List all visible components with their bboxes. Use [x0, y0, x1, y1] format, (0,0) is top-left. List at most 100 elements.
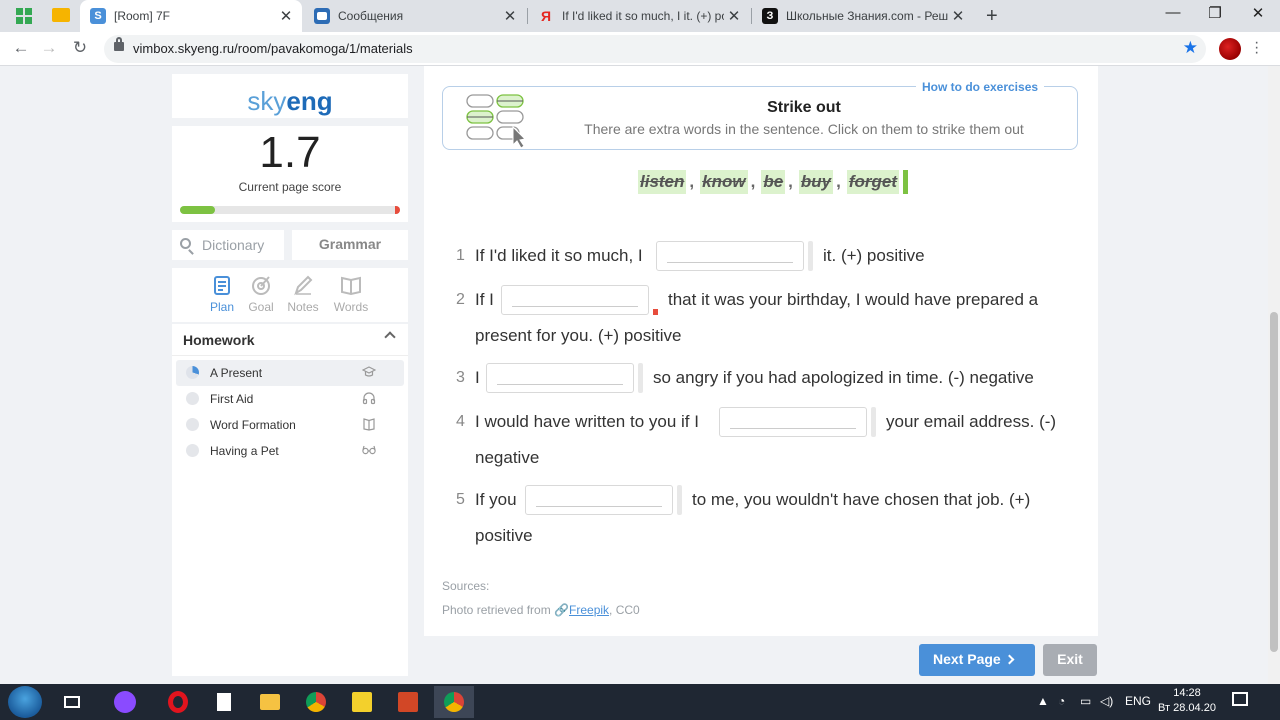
nav-notes[interactable]: Notes: [281, 274, 325, 314]
player-icon[interactable]: [342, 686, 382, 718]
credit-prefix: Photo retrieved from: [442, 603, 555, 617]
browser-menu-icon[interactable]: · · ·: [1254, 35, 1259, 61]
clock-date: Вт 28.04.20: [1158, 702, 1216, 714]
gap-error-marker: [653, 285, 658, 315]
nav-plan[interactable]: Plan: [200, 274, 244, 314]
next-page-label: Next Page: [933, 651, 1001, 667]
word-separator: ,: [788, 172, 793, 191]
minimize-icon[interactable]: —: [1158, 4, 1188, 21]
homework-item-having-a-pet[interactable]: Having a Pet: [176, 438, 404, 464]
item-number: 2: [456, 291, 465, 308]
item-number: 1: [456, 247, 465, 264]
homework-item-label: Having a Pet: [210, 444, 279, 458]
forward-icon[interactable]: →: [38, 38, 60, 58]
nav-goal[interactable]: Goal: [239, 274, 283, 314]
profile-avatar[interactable]: [1219, 38, 1241, 60]
maximize-icon[interactable]: ❐: [1200, 4, 1230, 22]
scrollbar-thumb[interactable]: [1270, 312, 1278, 652]
how-to-do-exercises-link[interactable]: How to do exercises: [916, 80, 1045, 94]
words-icon: [341, 276, 361, 296]
link-icon: 🔗: [554, 603, 570, 617]
nav-words[interactable]: Words: [329, 274, 373, 314]
item-text-continued: present for you. (+) positive: [475, 326, 682, 345]
apps-icon[interactable]: [16, 8, 32, 24]
exercise-instruction: There are extra words in the sentence. C…: [584, 121, 1024, 137]
search-icon: [180, 238, 191, 249]
word-separator: ,: [689, 172, 695, 191]
struck-word[interactable]: forget: [846, 170, 900, 194]
item-text-continued: positive: [475, 526, 533, 545]
language-indicator[interactable]: ENG: [1125, 694, 1151, 708]
wifi-icon[interactable]: ◔: [1058, 694, 1065, 708]
windows-taskbar: ▲ ◔ ▭ ◁) ENG 14:28 Вт 28.04.20: [0, 684, 1280, 720]
tray-expand-icon[interactable]: ▲: [1037, 694, 1049, 708]
browser-tab-strip: S [Room] 7F ✕ Сообщения ✕ Я If I'd liked…: [0, 0, 1280, 32]
lesson-nav: Plan Goal Notes Words: [172, 268, 408, 322]
notifications-icon[interactable]: [1232, 692, 1248, 706]
new-tab-icon[interactable]: +: [986, 5, 998, 28]
chevron-up-icon[interactable]: [384, 331, 396, 343]
struck-word[interactable]: buy: [798, 170, 834, 194]
messages-favicon-icon: [314, 8, 330, 24]
grammar-button[interactable]: Grammar: [292, 230, 408, 260]
powerpoint-icon[interactable]: [388, 686, 428, 718]
answer-gap-1[interactable]: [656, 241, 804, 271]
struck-word[interactable]: be: [761, 170, 786, 194]
instruction-box: Strike out There are extra words in the …: [442, 86, 1078, 150]
close-tab-icon[interactable]: ✕: [276, 7, 296, 25]
goal-icon: [252, 276, 270, 295]
chevron-right-icon: [1004, 654, 1015, 665]
answer-gap-3[interactable]: [486, 363, 634, 393]
volume-icon[interactable]: ◁): [1100, 694, 1113, 708]
close-tab-icon[interactable]: ✕: [948, 7, 968, 25]
browser-tab-messages[interactable]: Сообщения ✕: [304, 0, 526, 32]
skyeng-logo[interactable]: skyeng: [172, 74, 408, 118]
credit-suffix: , CC0: [609, 603, 640, 617]
struck-word[interactable]: listen: [638, 170, 687, 194]
reload-icon[interactable]: ↻: [69, 38, 91, 58]
answer-gap-2[interactable]: [501, 285, 649, 315]
close-tab-icon[interactable]: ✕: [724, 7, 744, 25]
chrome-active-icon[interactable]: [434, 686, 474, 718]
photo-credit: Photo retrieved from 🔗Freepik, CC0: [442, 598, 640, 622]
chrome-icon[interactable]: [296, 686, 336, 718]
answer-gap-5[interactable]: [525, 485, 673, 515]
file-icon[interactable]: [204, 686, 244, 718]
file-explorer-icon[interactable]: [250, 686, 290, 718]
homework-item-a-present[interactable]: A Present: [176, 360, 404, 386]
browser-tab-yandex[interactable]: Я If I'd liked it so much, I it. (+) pos…: [528, 0, 750, 32]
word-separator: ,: [836, 172, 841, 191]
answer-gap-4[interactable]: [719, 407, 867, 437]
taskbar-clock[interactable]: 14:28 Вт 28.04.20: [1158, 686, 1216, 716]
next-page-button[interactable]: Next Page: [919, 644, 1035, 676]
url-text[interactable]: vimbox.skyeng.ru/room/pavakomoga/1/mater…: [133, 41, 413, 56]
homework-header[interactable]: Homework: [172, 324, 408, 356]
homework-item-word-formation[interactable]: Word Formation: [176, 412, 404, 438]
opera-icon[interactable]: [158, 686, 198, 718]
sources-label: Sources:: [442, 579, 490, 593]
address-bar[interactable]: vimbox.skyeng.ru/room/pavakomoga/1/mater…: [104, 35, 1206, 63]
bookmark-star-icon[interactable]: ★: [1183, 38, 1198, 58]
exit-button[interactable]: Exit: [1043, 644, 1097, 676]
homework-item-first-aid[interactable]: First Aid: [176, 386, 404, 412]
close-tab-icon[interactable]: ✕: [500, 7, 520, 25]
page-scrollbar[interactable]: [1268, 66, 1280, 684]
item-text-after: that it was your birthday, I would have …: [668, 290, 1039, 309]
freepik-link[interactable]: Freepik: [569, 603, 609, 617]
homework-panel: Homework A Present First Aid Word Format…: [172, 324, 408, 676]
browser-tab-room[interactable]: S [Room] 7F ✕: [80, 0, 302, 32]
struck-word[interactable]: know: [700, 170, 748, 194]
browser-tab-znania[interactable]: З Школьные Знания.com - Решае ✕: [752, 0, 974, 32]
battery-icon[interactable]: ▭: [1080, 694, 1091, 708]
dictionary-search[interactable]: Dictionary: [172, 230, 284, 260]
back-icon[interactable]: ←: [10, 38, 32, 58]
gap-handle: [808, 241, 813, 271]
word-bank: listen, know, be, buy, forget: [638, 170, 909, 194]
close-window-icon[interactable]: ✕: [1243, 4, 1273, 22]
item-number: 3: [456, 369, 465, 386]
windows-start-icon[interactable]: [8, 686, 42, 718]
task-view-icon[interactable]: [52, 686, 92, 718]
score-label: Current page score: [238, 180, 342, 194]
alice-assistant-icon[interactable]: [105, 686, 145, 718]
bookmark-mail-icon[interactable]: [52, 8, 70, 22]
